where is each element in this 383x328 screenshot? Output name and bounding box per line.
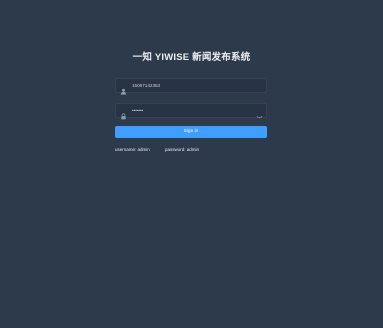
username-field[interactable]: 15067142353 [115, 78, 267, 95]
page-title: 一知 YIWISE 新闻发布系统 [132, 52, 251, 63]
signin-button[interactable]: Sign in [115, 126, 267, 138]
password-field[interactable]: ••••••• [115, 103, 267, 120]
login-tips: username: admin password: admin [115, 146, 199, 154]
user-icon [120, 82, 127, 95]
username-tip: username: admin [115, 147, 150, 152]
password-tip: password: admin [165, 147, 200, 152]
eye-icon[interactable] [256, 107, 263, 119]
password-value[interactable]: ••••••• [132, 104, 143, 117]
username-value[interactable]: 15067142353 [132, 79, 160, 92]
lock-icon [120, 107, 127, 120]
